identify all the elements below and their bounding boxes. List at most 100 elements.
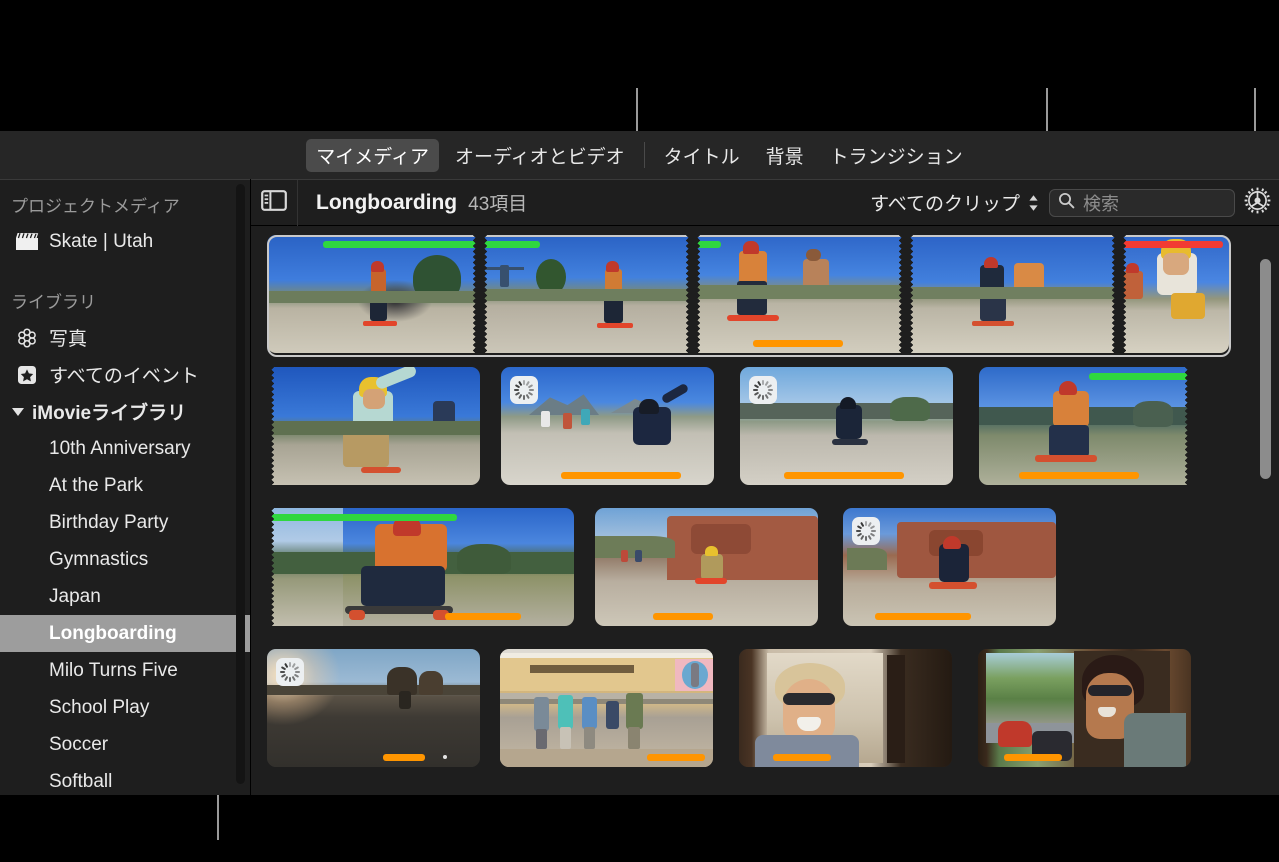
torn-edge: [267, 367, 276, 485]
clip-thumbnail[interactable]: [501, 367, 714, 485]
sidebar-item-skate-utah[interactable]: Skate | Utah: [0, 223, 250, 260]
stepper-updown-icon[interactable]: [1028, 194, 1039, 212]
clip-thumbnail[interactable]: [979, 367, 1192, 485]
clip-thumbnail[interactable]: [267, 508, 574, 626]
clip-thumbnail[interactable]: [500, 649, 713, 767]
torn-edge: [1110, 235, 1119, 353]
icloud-download-icon: [749, 376, 777, 404]
sidebar-item-label: iMovieライブラリ: [32, 398, 186, 425]
tab-backgrounds[interactable]: 背景: [756, 139, 814, 172]
sidebar-item-label: Softball: [49, 771, 112, 793]
tab-titles[interactable]: タイトル: [654, 139, 750, 172]
clip-thumbnail[interactable]: [1119, 235, 1229, 353]
sidebar-item-photos[interactable]: 写真: [0, 319, 250, 356]
clip-thumbnail[interactable]: [595, 508, 818, 626]
clapperboard-icon: [14, 231, 40, 253]
tab-separator: [644, 142, 645, 168]
torn-edge: [906, 235, 915, 353]
clip-image: [739, 649, 952, 767]
sidebar-item-label: Gymnastics: [49, 549, 148, 571]
used-in-project-bar: [875, 613, 971, 620]
sidebar-item-label: School Play: [49, 697, 149, 719]
screenshot-root: マイメディア オーディオとビデオ タイトル 背景 トランジション プロジェクトメ…: [0, 0, 1279, 862]
sidebar-item-birthday-party[interactable]: Birthday Party: [0, 504, 250, 541]
used-in-project-bar: [753, 340, 843, 347]
sidebar-item-label: Milo Turns Five: [49, 660, 178, 682]
clip-thumbnail[interactable]: [906, 235, 1119, 353]
sidebar-item-10th-anniversary[interactable]: 10th Anniversary: [0, 430, 250, 467]
tab-list: マイメディア オーディオとビデオ タイトル 背景 トランジション: [306, 139, 972, 172]
tab-audio-and-video[interactable]: オーディオとビデオ: [445, 139, 635, 172]
torn-edge: [267, 508, 276, 626]
favorite-bar: [1089, 373, 1192, 380]
search-icon: [1058, 192, 1075, 214]
favorite-bar: [480, 241, 540, 248]
sidebar-toggle-icon: [261, 190, 287, 216]
icloud-download-icon: [852, 517, 880, 545]
browser-toolbar: Longboarding 43項目 すべてのクリップ: [251, 179, 1279, 226]
clip-image: [500, 649, 713, 767]
sidebar-item-school-play[interactable]: School Play: [0, 689, 250, 726]
sidebar-item-milo-turns-five[interactable]: Milo Turns Five: [0, 652, 250, 689]
clip-image: [267, 367, 480, 485]
sidebar-toggle-button[interactable]: [251, 180, 298, 226]
used-in-project-bar: [1004, 754, 1062, 761]
clip-image: [267, 235, 480, 353]
clip-thumbnail[interactable]: [739, 649, 952, 767]
sidebar-item-label: At the Park: [49, 475, 143, 497]
icloud-download-icon: [510, 376, 538, 404]
search-field[interactable]: 検索: [1049, 189, 1235, 217]
tab-my-media[interactable]: マイメディア: [306, 139, 439, 172]
sidebar-item-soccer[interactable]: Soccer: [0, 726, 250, 763]
sidebar-item-label: Soccer: [49, 734, 108, 756]
clip-image: [906, 235, 1119, 353]
used-in-project-bar: [383, 754, 425, 761]
clip-image: [978, 649, 1191, 767]
clip-row: [267, 649, 1191, 767]
torn-edge: [1119, 235, 1128, 353]
grid-scrollbar[interactable]: [1260, 259, 1271, 479]
sidebar-item-japan[interactable]: Japan: [0, 578, 250, 615]
browser-settings-button[interactable]: [1235, 180, 1279, 226]
clip-thumbnail[interactable]: [267, 235, 480, 353]
rejected-bar: [1119, 241, 1223, 248]
used-in-project-bar: [784, 472, 904, 479]
torn-edge: [1183, 367, 1192, 485]
clip-thumbnail[interactable]: [978, 649, 1191, 767]
clip-image: [1119, 235, 1229, 353]
gear-icon: [1243, 186, 1272, 220]
used-in-project-bar: [653, 613, 713, 620]
clip-image: [480, 235, 693, 353]
clip-thumbnail[interactable]: [693, 235, 906, 353]
sidebar-item-softball[interactable]: Softball: [0, 763, 250, 795]
search-input[interactable]: 検索: [1083, 190, 1119, 216]
media-browser: Longboarding 43項目 すべてのクリップ: [250, 179, 1279, 795]
used-in-project-bar: [773, 754, 831, 761]
sidebar-item-label: 写真: [49, 324, 87, 351]
favorite-bar: [267, 514, 457, 521]
sidebar-item-label: Birthday Party: [49, 512, 168, 534]
disclosure-triangle-icon[interactable]: [12, 408, 24, 416]
clip-filter-label[interactable]: すべてのクリップ: [870, 189, 1020, 216]
clip-thumbnail[interactable]: [843, 508, 1056, 626]
sidebar-item-label: Japan: [49, 586, 101, 608]
browser-item-count: 43項目: [468, 189, 527, 216]
clip-thumbnail[interactable]: [267, 367, 480, 485]
sidebar-scrollbar[interactable]: [236, 184, 245, 784]
sidebar-item-longboarding[interactable]: Longboarding: [0, 615, 250, 652]
tab-transitions[interactable]: トランジション: [820, 139, 973, 172]
clip-thumbnail[interactable]: [740, 367, 953, 485]
sidebar-item-at-the-park[interactable]: At the Park: [0, 467, 250, 504]
clip-row: [267, 508, 1056, 626]
clip-thumbnail[interactable]: [267, 649, 480, 767]
clip-image: [979, 367, 1192, 485]
clip-image: [693, 235, 906, 353]
used-in-project-bar: [561, 472, 681, 479]
clip-thumbnail[interactable]: [480, 235, 693, 353]
star-square-icon: [14, 364, 40, 386]
used-in-project-bar: [1019, 472, 1139, 479]
sidebar-item-all-events[interactable]: すべてのイベント: [0, 356, 250, 393]
sidebar-item-imovie-library[interactable]: iMovieライブラリ: [0, 393, 250, 430]
sidebar-item-gymnastics[interactable]: Gymnastics: [0, 541, 250, 578]
torn-edge: [471, 235, 480, 353]
